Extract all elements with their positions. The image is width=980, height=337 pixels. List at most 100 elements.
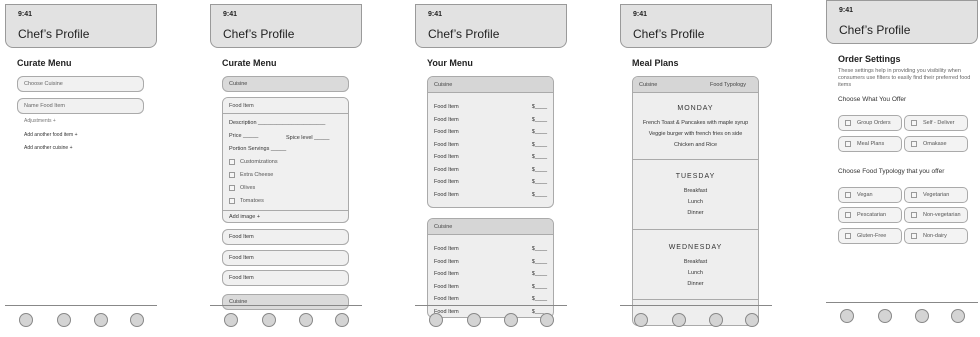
add-food-item-link[interactable]: Add another food item + xyxy=(24,132,78,138)
typology-option[interactable]: Non-dairy xyxy=(904,228,968,244)
menu-food-item[interactable]: Food Item xyxy=(434,104,459,110)
typology-checkbox[interactable] xyxy=(911,233,917,239)
tab-profile[interactable] xyxy=(745,313,759,327)
option-checkbox[interactable] xyxy=(229,172,235,178)
typology-checkbox[interactable] xyxy=(845,192,851,198)
menu-food-price: $____ xyxy=(531,116,547,123)
menu-food-item[interactable]: Food Item xyxy=(434,154,459,160)
option-checkbox[interactable] xyxy=(229,198,235,204)
offer-checkbox[interactable] xyxy=(911,120,917,126)
cuisine-select[interactable]: Cuisine xyxy=(222,76,349,92)
tab-bar-divider xyxy=(620,305,772,306)
option-checkbox[interactable] xyxy=(229,185,235,191)
typology-option[interactable]: Gluten-Free xyxy=(838,228,902,244)
tab-profile[interactable] xyxy=(335,313,349,327)
portion-field[interactable]: Portion Servings _____ xyxy=(229,146,286,152)
offer-checkbox[interactable] xyxy=(845,120,851,126)
menu-food-item[interactable]: Food Item xyxy=(434,284,459,290)
offer-label: Omakase xyxy=(923,141,947,147)
menu-food-item[interactable]: Food Item xyxy=(434,192,459,198)
menu-food-item[interactable]: Food Item xyxy=(434,142,459,148)
option-checkbox[interactable] xyxy=(229,159,235,165)
screen-your-menu: 9:41 Chef’s Profile Your Menu Cuisine Fo… xyxy=(415,4,567,337)
day-name: WEDNESDAY xyxy=(668,244,723,251)
add-image-button[interactable]: Add image + xyxy=(229,214,260,220)
tab-menu[interactable] xyxy=(672,313,686,327)
status-time: 9:41 xyxy=(633,11,648,18)
tab-profile[interactable] xyxy=(951,309,965,323)
offer-option[interactable]: Self - Deliver xyxy=(904,115,968,131)
menu-food-item[interactable]: Food Item xyxy=(434,296,459,302)
spice-level-field[interactable]: Spice level _____ xyxy=(286,135,329,141)
tab-home[interactable] xyxy=(19,313,33,327)
food-typology-filter[interactable]: Food Typology xyxy=(710,77,746,93)
menu-food-price: $____ xyxy=(531,296,547,302)
section-heading: Order Settings xyxy=(838,54,901,64)
cuisine-filter[interactable]: Cuisine xyxy=(639,82,657,88)
typology-checkbox[interactable] xyxy=(911,212,917,218)
tab-home[interactable] xyxy=(224,313,238,327)
offer-option[interactable]: Meal Plans xyxy=(838,136,902,152)
meal-item: Breakfast xyxy=(683,259,708,265)
food-item-header: Food Item xyxy=(223,98,348,114)
description-field[interactable]: Description ______________________ xyxy=(229,120,325,126)
menu-food-item[interactable]: Food Item xyxy=(434,259,459,265)
menu-food-price: $____ xyxy=(531,191,547,198)
typology-checkbox[interactable] xyxy=(911,192,917,198)
status-time: 9:41 xyxy=(18,11,33,18)
menu-food-price: $____ xyxy=(531,129,547,135)
option-label: Extra Cheese xyxy=(240,172,274,178)
tab-orders[interactable] xyxy=(504,313,518,327)
price-field[interactable]: Price _____ xyxy=(229,133,258,139)
app-header: 9:41 Chef’s Profile xyxy=(210,4,362,48)
tab-home[interactable] xyxy=(634,313,648,327)
meal-item: Lunch xyxy=(688,270,703,276)
cuisine-select-2[interactable]: Cuisine xyxy=(222,294,349,310)
offer-checkbox[interactable] xyxy=(911,141,917,147)
menu-food-item[interactable]: Food Item xyxy=(434,117,459,123)
tab-orders[interactable] xyxy=(915,309,929,323)
menu-food-item[interactable]: Food Item xyxy=(434,167,459,173)
add-cuisine-link[interactable]: Add another cuisine + xyxy=(24,145,73,151)
typology-option[interactable]: Non-vegetarian xyxy=(904,207,968,223)
typology-option[interactable]: Vegan xyxy=(838,187,902,203)
food-item-card: Food Item Description __________________… xyxy=(222,97,349,223)
meal-plan-header: Cuisine Food Typology xyxy=(633,77,758,93)
tab-menu[interactable] xyxy=(57,313,71,327)
menu-food-item[interactable]: Food Item xyxy=(434,129,459,135)
typology-label: Vegetarian xyxy=(923,192,950,198)
typology-option[interactable]: Vegetarian xyxy=(904,187,968,203)
tab-menu[interactable] xyxy=(878,309,892,323)
meal-item: Dinner xyxy=(687,281,704,287)
menu-food-item[interactable]: Food Item xyxy=(434,246,459,252)
tab-home[interactable] xyxy=(840,309,854,323)
tab-menu[interactable] xyxy=(262,313,276,327)
cuisine-input[interactable]: Choose Cuisine xyxy=(17,76,144,92)
tab-home[interactable] xyxy=(429,313,443,327)
food-item-input[interactable]: Name Food Item xyxy=(17,98,144,114)
meal-item: Lunch xyxy=(688,199,703,205)
tab-orders[interactable] xyxy=(94,313,108,327)
food-item-collapsed[interactable]: Food Item xyxy=(222,270,349,286)
settings-description: These settings help in providing you vis… xyxy=(838,68,971,88)
typology-checkbox[interactable] xyxy=(845,212,851,218)
menu-food-item[interactable]: Food Item xyxy=(434,179,459,185)
offer-checkbox[interactable] xyxy=(845,141,851,147)
tab-profile[interactable] xyxy=(540,313,554,327)
food-item-collapsed[interactable]: Food Item xyxy=(222,250,349,266)
offer-option[interactable]: Group Orders xyxy=(838,115,902,131)
cuisine-header: Cuisine xyxy=(428,219,553,235)
offer-option[interactable]: Omakase xyxy=(904,136,968,152)
typology-checkbox[interactable] xyxy=(845,233,851,239)
tab-orders[interactable] xyxy=(299,313,313,327)
food-item-collapsed[interactable]: Food Item xyxy=(222,229,349,245)
menu-card: Cuisine Food Item $____ Food Item $____ Food… xyxy=(427,218,554,318)
typology-option[interactable]: Pescatarian xyxy=(838,207,902,223)
tab-orders[interactable] xyxy=(709,313,723,327)
menu-food-item[interactable]: Food Item xyxy=(434,271,459,277)
meal-item: Chicken and Rice xyxy=(673,142,718,148)
tab-profile[interactable] xyxy=(130,313,144,327)
menu-food-price: $____ xyxy=(531,283,547,290)
adjustments-link[interactable]: Adjustments + xyxy=(24,118,56,124)
tab-menu[interactable] xyxy=(467,313,481,327)
